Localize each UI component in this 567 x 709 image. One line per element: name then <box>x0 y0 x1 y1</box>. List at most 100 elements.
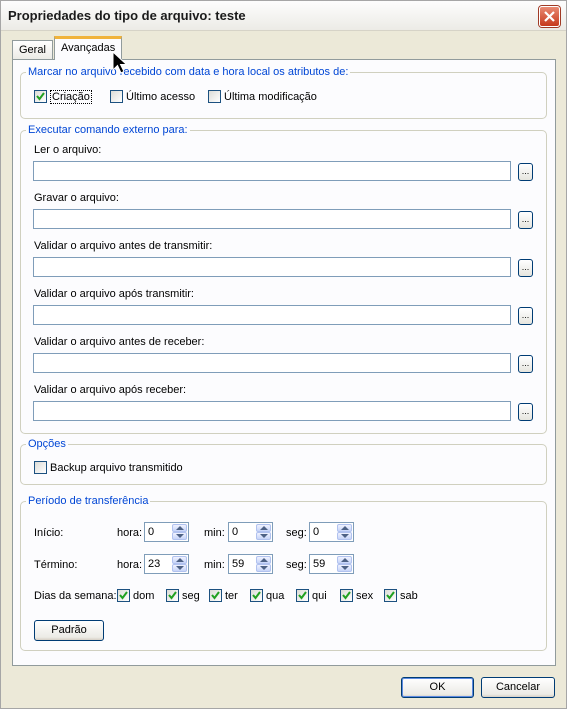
weekdays-label: Dias da semana: <box>34 590 117 602</box>
checkbox-ultimo-acesso[interactable] <box>110 90 123 103</box>
browse-button-validar-antes-transmitir[interactable]: ... <box>518 259 533 277</box>
checkbox-criacao-label: Criação <box>50 90 92 104</box>
arrow-up-icon <box>260 526 268 530</box>
start-hour-label: hora: <box>117 527 143 539</box>
default-button[interactable]: Padrão <box>34 620 104 641</box>
browse-button-ler[interactable]: ... <box>518 163 533 181</box>
start-min-spinner[interactable]: 0 <box>228 522 273 542</box>
title-bar[interactable]: Propriedades do tipo de arquivo: teste <box>1 1 566 31</box>
browse-button-validar-apos-receber[interactable]: ... <box>518 403 533 421</box>
checkmark-icon <box>119 591 128 600</box>
arrow-down-icon <box>260 534 268 538</box>
end-sec-spinner[interactable]: 59 <box>309 554 354 574</box>
arrow-up-icon <box>341 526 349 530</box>
start-min-label: min: <box>204 527 225 539</box>
spin-down-button[interactable] <box>256 564 271 572</box>
day-label-qua: qua <box>266 590 285 602</box>
field-label-validar-antes-transmitir: Validar o arquivo antes de transmitir: <box>34 240 213 252</box>
checkbox-day-ter[interactable] <box>209 589 222 602</box>
checkbox-ultimo-acesso-label: Último acesso <box>126 91 196 103</box>
checkbox-day-qua[interactable] <box>250 589 263 602</box>
browse-button-validar-antes-receber[interactable]: ... <box>518 355 533 373</box>
checkbox-day-qui[interactable] <box>296 589 309 602</box>
field-label-validar-apos-receber: Validar o arquivo após receber: <box>34 384 187 396</box>
command-input-validar-apos-transmitir[interactable] <box>33 305 511 325</box>
checkmark-icon <box>386 591 395 600</box>
tab-geral[interactable]: Geral <box>12 40 53 59</box>
tab-geral-label: Geral <box>19 44 46 56</box>
start-min-value: 0 <box>232 526 239 538</box>
checkbox-backup-label: Backup arquivo transmitido <box>50 462 183 474</box>
command-input-validar-antes-receber[interactable] <box>33 353 511 373</box>
spin-up-button[interactable] <box>256 524 271 532</box>
close-button[interactable] <box>539 6 560 27</box>
spin-down-button[interactable] <box>337 564 352 572</box>
start-hour-spinner[interactable]: 0 <box>144 522 189 542</box>
tab-avancadas-label: Avançadas <box>61 42 116 54</box>
end-hour-spinner[interactable]: 23 <box>144 554 189 574</box>
spin-down-button[interactable] <box>172 532 187 540</box>
checkmark-icon <box>168 591 177 600</box>
field-label-ler: Ler o arquivo: <box>34 144 102 156</box>
properties-dialog: Propriedades do tipo de arquivo: teste G… <box>0 0 567 709</box>
command-input-ler[interactable] <box>33 161 511 181</box>
end-min-label: min: <box>204 559 225 571</box>
attributes-legend: Marcar no arquivo recebido com data e ho… <box>28 66 349 78</box>
arrow-down-icon <box>176 566 184 570</box>
ok-button[interactable]: OK <box>401 677 474 698</box>
start-sec-spinner[interactable]: 0 <box>309 522 354 542</box>
command-input-validar-antes-transmitir[interactable] <box>33 257 511 277</box>
checkbox-day-seg[interactable] <box>166 589 179 602</box>
command-input-validar-apos-receber[interactable] <box>33 401 511 421</box>
options-legend: Opções <box>28 438 66 450</box>
end-min-value: 59 <box>232 558 245 570</box>
field-label-gravar: Gravar o arquivo: <box>34 192 119 204</box>
end-hour-label: hora: <box>117 559 143 571</box>
checkmark-icon <box>252 591 261 600</box>
start-hour-value: 0 <box>148 526 155 538</box>
spin-down-button[interactable] <box>256 532 271 540</box>
spin-up-button[interactable] <box>337 524 352 532</box>
arrow-up-icon <box>341 558 349 562</box>
checkbox-day-dom[interactable] <box>117 589 130 602</box>
spin-up-button[interactable] <box>172 556 187 564</box>
arrow-up-icon <box>176 526 184 530</box>
day-label-ter: ter <box>225 590 238 602</box>
field-label-validar-apos-transmitir: Validar o arquivo após transmitir: <box>34 288 194 300</box>
spin-up-button[interactable] <box>337 556 352 564</box>
checkbox-day-sex[interactable] <box>340 589 353 602</box>
close-icon <box>544 11 555 22</box>
checkbox-criacao[interactable] <box>34 90 47 103</box>
browse-button-validar-apos-transmitir[interactable]: ... <box>518 307 533 325</box>
day-label-dom: dom <box>133 590 155 602</box>
window-title: Propriedades do tipo de arquivo: teste <box>8 8 246 23</box>
checkbox-backup[interactable] <box>34 461 47 474</box>
arrow-down-icon <box>176 534 184 538</box>
spin-down-button[interactable] <box>337 532 352 540</box>
field-label-validar-antes-receber: Validar o arquivo antes de receber: <box>34 336 205 348</box>
arrow-down-icon <box>341 534 349 538</box>
checkmark-icon <box>36 92 45 101</box>
start-label: Início: <box>34 527 64 539</box>
end-min-spinner[interactable]: 59 <box>228 554 273 574</box>
arrow-up-icon <box>260 558 268 562</box>
end-sec-label: seg: <box>286 559 307 571</box>
cancel-button[interactable]: Cancelar <box>481 677 555 698</box>
checkmark-icon <box>211 591 220 600</box>
start-sec-label: seg: <box>286 527 307 539</box>
checkmark-icon <box>298 591 307 600</box>
end-label: Término: <box>34 559 78 571</box>
start-sec-value: 0 <box>313 526 320 538</box>
command-input-gravar[interactable] <box>33 209 511 229</box>
checkbox-day-sab[interactable] <box>384 589 397 602</box>
end-hour-value: 23 <box>148 558 161 570</box>
advanced-tab-panel: Marcar no arquivo recebido com data e ho… <box>12 59 556 666</box>
spin-up-button[interactable] <box>256 556 271 564</box>
day-label-seg: seg <box>182 590 200 602</box>
spin-up-button[interactable] <box>172 524 187 532</box>
spin-down-button[interactable] <box>172 564 187 572</box>
checkbox-ultima-modificacao[interactable] <box>208 90 221 103</box>
browse-button-gravar[interactable]: ... <box>518 211 533 229</box>
arrow-down-icon <box>341 566 349 570</box>
arrow-down-icon <box>260 566 268 570</box>
